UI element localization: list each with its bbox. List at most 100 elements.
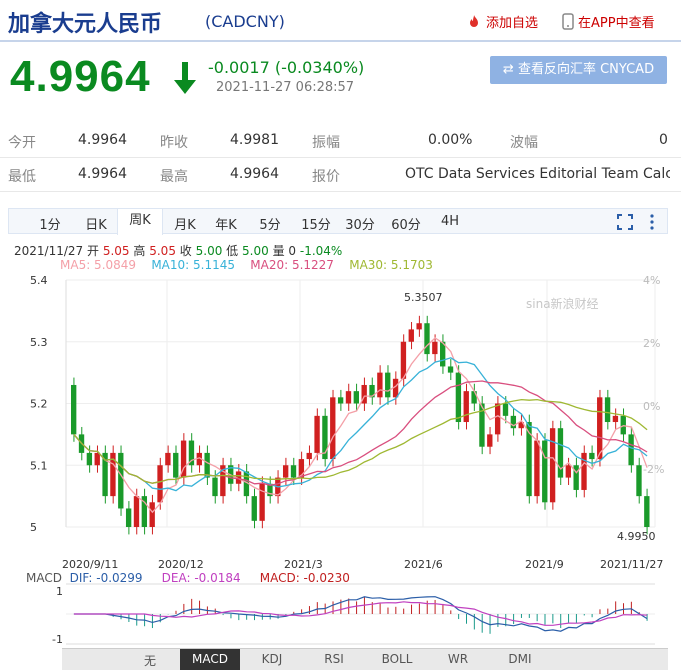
tab-rsi[interactable]: RSI [304,652,364,666]
indicator-tabs: 无 MACD KDJ RSI BOLL WR DMI [62,648,668,670]
candle [502,403,509,416]
macd-dif: DIF: -0.0299 [69,571,143,585]
tab-daily[interactable]: 日K [77,214,115,233]
candle [604,397,611,423]
ohlc-high-label: 高 [133,244,146,258]
ma30-label: MA30: 5.1703 [349,258,433,272]
candle [337,397,344,404]
candle [581,452,587,490]
candle [597,397,603,460]
x-tick-label: 2021/9 [525,558,564,571]
ma10-label: MA10: 5.1145 [151,258,235,272]
tab-15min[interactable]: 15分 [297,214,335,233]
tab-1min[interactable]: 1分 [31,214,69,233]
candle [463,391,469,423]
period-tabs: 1分 日K 周K 月K 年K 5分 15分 30分 60分 4H [8,208,668,235]
stat-value: 4.9964 [230,166,279,182]
x-tick-label: 2021/11/27 [600,558,663,571]
candle [565,465,571,478]
tab-macd[interactable]: MACD [180,649,240,670]
stat-label: 振幅 [312,135,340,151]
stat-value: 4.9981 [230,132,279,148]
candle [282,465,289,478]
ohlc-high: 5.05 [149,244,176,258]
candle [173,452,179,478]
tab-yearly[interactable]: 年K [207,214,245,233]
candle [542,440,548,503]
ohlc-vol-label: 量 [272,244,285,258]
fullscreen-icon[interactable] [617,214,633,230]
candle [314,415,320,453]
candle [408,329,414,342]
add-favorite-label: 添加自选 [486,16,539,31]
candle [133,496,140,527]
ohlc-pct: -1.04% [299,244,343,258]
tab-weekly[interactable]: 周K [117,208,163,235]
candle [125,508,132,527]
tab-wr[interactable]: WR [428,652,488,666]
candlestick-chart[interactable]: sina新浪财经 5.45.35.25.15 4%2%0%-2% 2020/9/… [0,272,681,648]
candle [330,397,336,460]
y-tick-label: 5.4 [30,274,48,287]
candle [149,502,155,527]
current-price: 4.9964 [10,52,151,101]
candle [306,452,312,460]
candle [589,452,595,460]
candle [118,452,124,509]
more-icon[interactable] [649,214,655,230]
tab-kdj[interactable]: KDJ [242,652,302,666]
candle [345,391,352,404]
page-header: 加拿大元人民币 (CADCNY) 添加自选 在APP中查看 [0,0,681,42]
high-annotation: 5.3507 [404,291,443,304]
stat-value: 0.00% [428,132,473,148]
candle [487,434,493,447]
tab-none[interactable]: 无 [120,652,180,669]
ohlc-close-label: 收 [179,244,192,258]
stat-value: 0 [659,132,668,148]
candle [400,341,407,379]
down-arrow-icon [174,62,196,94]
tab-60min[interactable]: 60分 [387,214,425,233]
stat-label: 最高 [160,169,188,185]
stats-row: 最低 4.9964 最高 4.9964 报价 OTC Data Services… [0,158,681,192]
phone-icon [562,13,574,30]
price-change: -0.0017 (-0.0340%) [208,58,365,77]
candle [628,434,634,466]
candle [636,465,642,497]
ohlc-low-label: 低 [226,244,239,258]
stat-value: 4.9964 [78,132,127,148]
candle [259,483,265,521]
stat-label: 今开 [8,135,36,151]
candle [290,465,297,478]
candle [447,366,454,373]
candle [165,452,171,466]
ohlc-date: 2021/11/27 [14,244,84,258]
tab-boll[interactable]: BOLL [367,652,427,666]
ohlc-close: 5.00 [195,244,223,258]
quote-time: 2021-11-27 06:28:57 [216,80,355,95]
candle [385,372,391,398]
y-tick-label: 5.3 [30,336,48,349]
x-tick-label: 2020/12 [158,558,204,571]
candle [549,428,556,503]
tab-30min[interactable]: 30分 [341,214,379,233]
tab-monthly[interactable]: 月K [166,214,204,233]
view-in-app-button[interactable]: 在APP中查看 [562,12,655,31]
fire-icon [470,14,478,27]
candle [377,372,383,398]
tab-4h[interactable]: 4H [431,214,469,229]
right-tick-label: 0% [643,400,660,413]
x-tick-label: 2021/6 [404,558,443,571]
reverse-rate-button[interactable]: ⇄ 查看反向汇率 CNYCAD [490,56,667,84]
pair-code: (CADCNY) [205,12,285,31]
y-tick-label: 5.1 [30,459,48,472]
macd-tick-label: 1 [56,585,63,598]
stat-label: 波幅 [510,135,538,151]
stats-row: 今开 4.9964 昨收 4.9981 振幅 0.00% 波幅 0 [0,124,681,158]
candle [86,452,93,466]
add-favorite-button[interactable]: 添加自选 [466,12,538,31]
candle [573,465,579,490]
tab-5min[interactable]: 5分 [251,214,289,233]
tab-dmi[interactable]: DMI [490,652,550,666]
y-tick-label: 5 [30,521,37,534]
